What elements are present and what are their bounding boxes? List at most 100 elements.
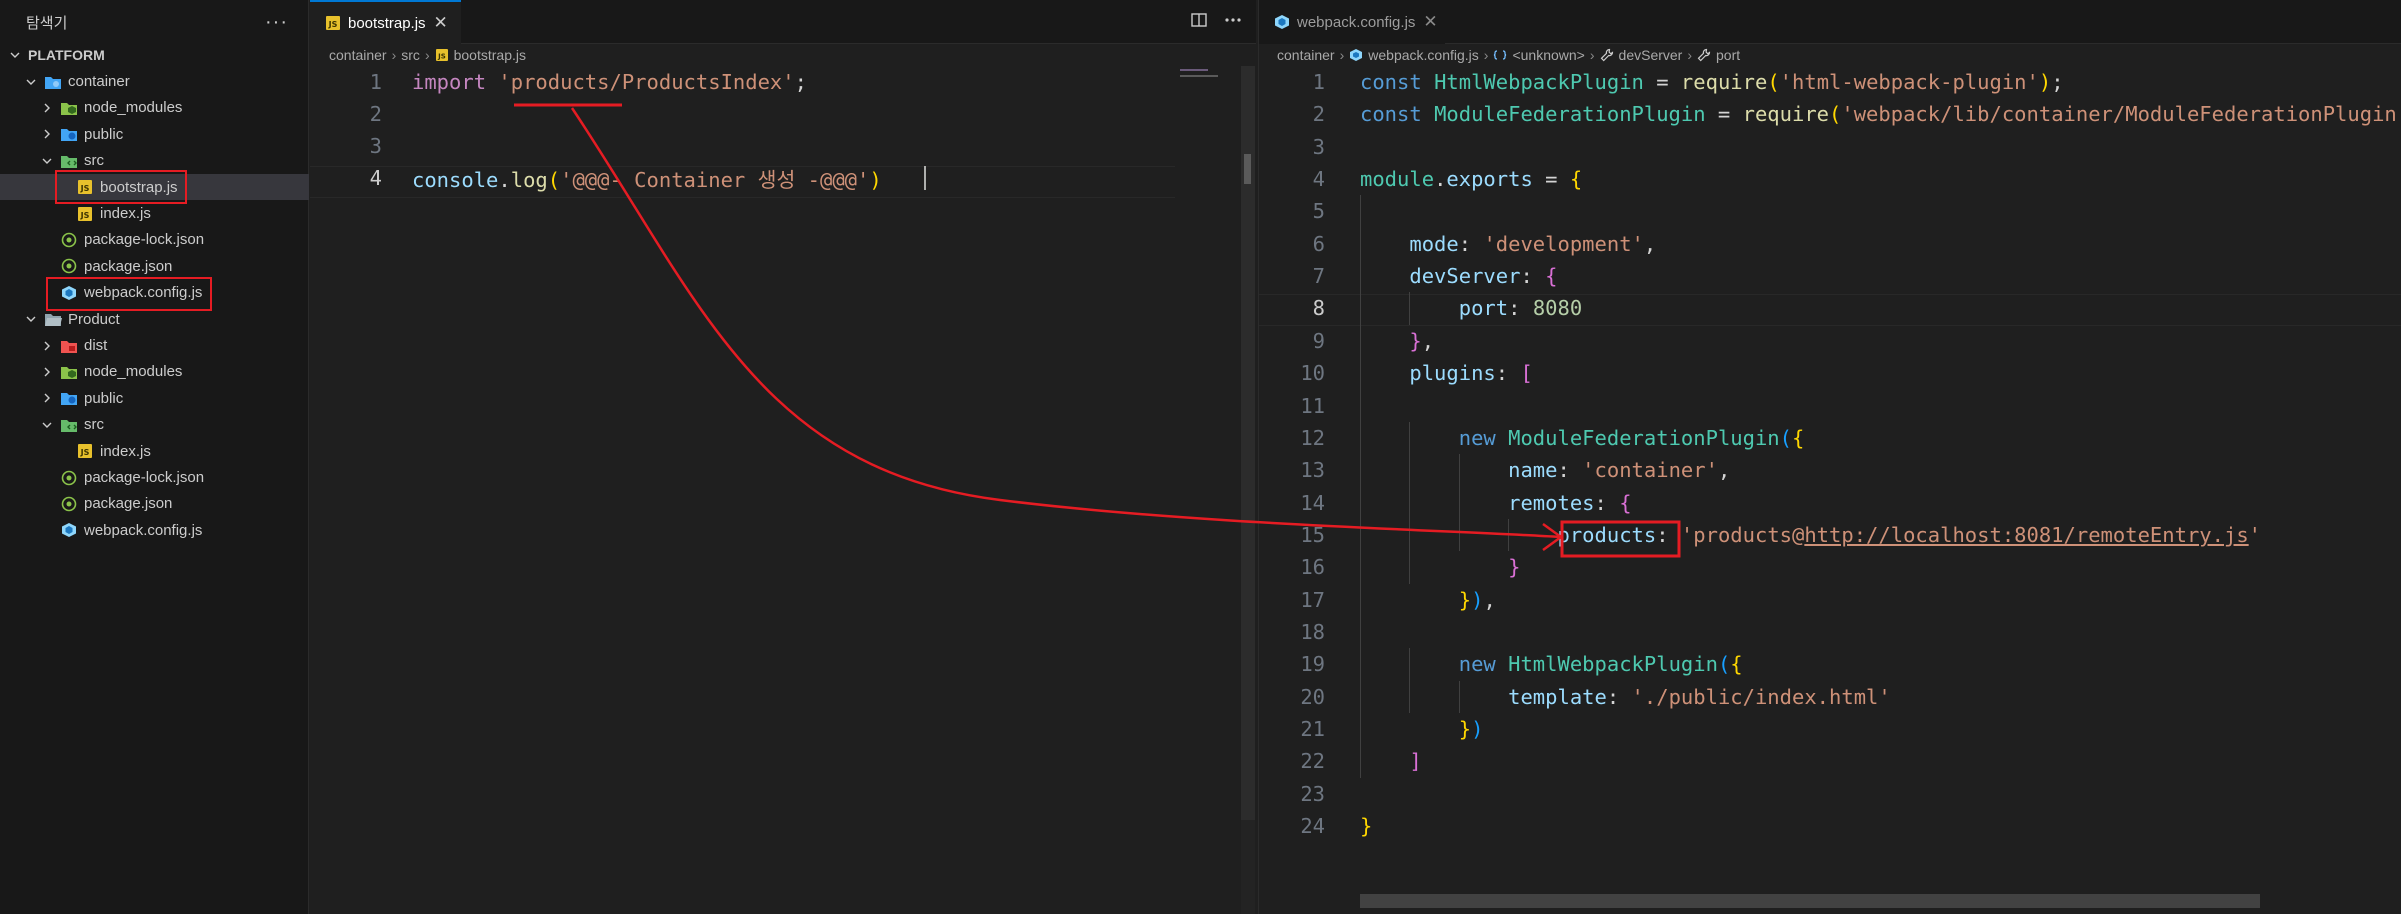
breadcrumb-item[interactable]: container xyxy=(1277,47,1335,63)
tree-item-bootstrap-js[interactable]: JS bootstrap.js xyxy=(0,174,309,201)
js-file-icon: JS xyxy=(435,48,449,62)
code-token: ( xyxy=(1829,102,1842,127)
breadcrumb-label: container xyxy=(329,47,387,63)
tree-item-label: package-lock.json xyxy=(84,231,205,249)
breadcrumb-label: port xyxy=(1716,47,1741,63)
breadcrumb-label: devServer xyxy=(1618,47,1683,63)
breadcrumb: container › webpack.config.js › <unknown> › de… xyxy=(1277,44,1740,66)
code-token: } xyxy=(1458,587,1472,612)
code-token: ) xyxy=(2038,70,2052,94)
svg-text:JS: JS xyxy=(80,211,90,220)
tree-item-package-lock-json[interactable]: package-lock.json xyxy=(0,227,309,253)
code-text: plugins: [ xyxy=(1360,361,1532,386)
code-token: { xyxy=(1569,167,1583,192)
tree-item-node-modules[interactable]: node_modules xyxy=(0,95,309,121)
code-token: { xyxy=(1619,490,1632,515)
breadcrumb-label: src xyxy=(401,47,420,63)
editor-group-left: JS bootstrap.js ✕ container › src › JS bootst… xyxy=(310,0,1256,914)
tree-item-package-lock-json[interactable]: package-lock.json xyxy=(0,464,309,490)
breadcrumb-item[interactable]: devServer xyxy=(1600,47,1683,63)
code-text: }) xyxy=(1360,717,1484,741)
line-number: 1 xyxy=(369,70,382,94)
line-number: 10 xyxy=(1300,361,1325,386)
svg-text:JS: JS xyxy=(328,20,338,29)
code-token: : xyxy=(1656,522,1681,547)
code-text: devServer: { xyxy=(1360,264,1557,288)
tree-item-package-json[interactable]: package.json xyxy=(0,491,309,517)
breadcrumb-item[interactable]: container xyxy=(329,47,387,63)
code-token: ' xyxy=(2248,522,2262,547)
tree-item-webpack-config-js[interactable]: webpack.config.js xyxy=(0,280,309,306)
tree-item-dist[interactable]: dist xyxy=(0,332,309,358)
code-token: port xyxy=(1458,296,1509,321)
editor-group-right: webpack.config.js ✕ container › webpack.co… xyxy=(1258,0,2401,914)
chevron-down-icon xyxy=(8,48,22,62)
symbol-module-icon xyxy=(1493,48,1507,62)
explorer-sidebar: 탐색기 ··· PLATFORM container node_modules pu… xyxy=(0,0,309,914)
tab-webpack-config-js[interactable]: webpack.config.js ✕ xyxy=(1259,0,1445,44)
line-number: 6 xyxy=(1312,231,1325,256)
line-number: 1 xyxy=(1312,70,1325,94)
code-text: const ModuleFederationPlugin = require('… xyxy=(1360,102,2401,126)
code-token: 'products/ProductsIndex' xyxy=(498,70,795,94)
line-number: 11 xyxy=(1300,393,1325,418)
horizontal-scrollbar-thumb[interactable] xyxy=(1360,894,2260,908)
close-icon[interactable]: ✕ xyxy=(434,13,448,33)
code-token: ModuleFederationPlugin xyxy=(1508,425,1780,450)
tree-item-public[interactable]: public xyxy=(0,121,309,147)
src-folder-icon xyxy=(60,417,78,433)
breadcrumb-item[interactable]: port xyxy=(1697,47,1740,63)
tree-item-index-js[interactable]: JS index.js xyxy=(0,200,309,226)
tree-item-node-modules[interactable]: node_modules xyxy=(0,359,309,385)
split-editor-icon[interactable] xyxy=(1190,11,1208,34)
breadcrumb-item[interactable]: JS bootstrap.js xyxy=(435,47,526,63)
more-actions-icon[interactable]: ··· xyxy=(265,11,288,34)
breadcrumb-separator: › xyxy=(391,47,397,63)
code-token: , xyxy=(1421,328,1435,353)
tree-item-public[interactable]: public xyxy=(0,385,309,411)
tree-item-src[interactable]: src xyxy=(0,148,309,174)
npm-json-file-icon xyxy=(60,496,78,512)
tree-item-index-js[interactable]: JS index.js xyxy=(0,438,309,464)
breadcrumb-label: webpack.config.js xyxy=(1368,47,1479,63)
tree-item-webpack-config-js[interactable]: webpack.config.js xyxy=(0,517,309,543)
code-token: name xyxy=(1508,458,1558,483)
breadcrumb-item[interactable]: webpack.config.js xyxy=(1349,47,1479,63)
line-number: 15 xyxy=(1300,522,1325,547)
code-text: port: 8080 xyxy=(1360,296,1582,320)
code-token: new xyxy=(1458,652,1509,677)
code-line: 4 console.log('@@@- Container 생성 -@@@') xyxy=(310,162,1256,194)
code-line: 1 const HtmlWebpackPlugin = require('html… xyxy=(1259,66,2401,98)
code-token: ( xyxy=(547,168,561,192)
breadcrumb-label: bootstrap.js xyxy=(453,47,526,63)
code-line: 4 module.exports = { xyxy=(1259,163,2401,195)
code-token: ( xyxy=(1779,425,1792,450)
code-text: name: 'container', xyxy=(1360,458,1730,482)
tree-item-src[interactable]: src xyxy=(0,412,309,438)
line-number: 3 xyxy=(1312,134,1325,159)
breadcrumb: container › src › JS bootstrap.js xyxy=(329,44,526,66)
tree-item-container[interactable]: container xyxy=(0,68,309,94)
npm-json-file-icon xyxy=(60,470,78,486)
breadcrumb-item[interactable]: src xyxy=(401,47,420,63)
tree-item-label: public xyxy=(84,125,124,143)
more-actions-icon[interactable] xyxy=(1224,11,1242,34)
svg-text:JS: JS xyxy=(437,53,446,61)
breadcrumb-separator: › xyxy=(1339,47,1345,63)
breadcrumb-item[interactable]: <unknown> xyxy=(1493,47,1585,63)
breadcrumb-separator: › xyxy=(1483,47,1489,63)
tree-item-package-json[interactable]: package.json xyxy=(0,253,309,279)
workspace-root[interactable]: PLATFORM xyxy=(0,42,309,68)
tree-item-product[interactable]: Product xyxy=(0,306,309,332)
code-token: { xyxy=(1792,425,1805,450)
code-token: : xyxy=(1495,361,1521,386)
code-token: , xyxy=(1717,458,1731,483)
close-icon[interactable]: ✕ xyxy=(1423,12,1437,32)
tab-bootstrap-js[interactable]: JS bootstrap.js ✕ xyxy=(310,0,461,44)
line-number: 23 xyxy=(1300,781,1325,806)
code-token: import xyxy=(412,70,499,94)
line-number: 7 xyxy=(1312,264,1325,289)
